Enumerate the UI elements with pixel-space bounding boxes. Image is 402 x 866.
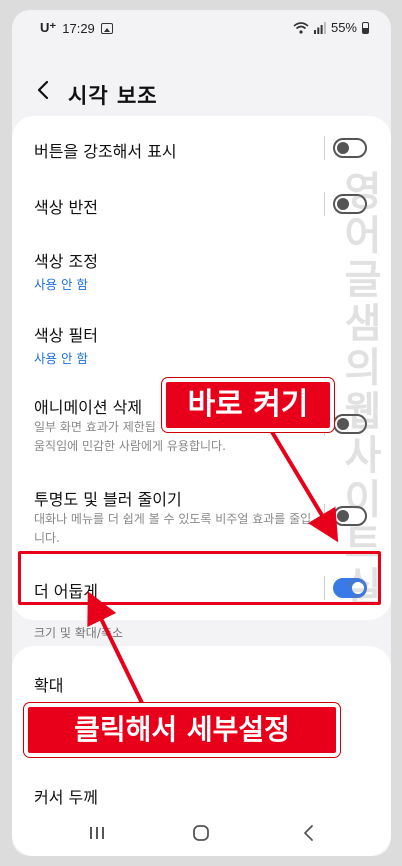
arrow-to-toggle bbox=[270, 430, 339, 543]
callout-turn-on: 바로 켜기 bbox=[162, 378, 334, 432]
callout-click-details: 클릭해서 세부설정 bbox=[24, 703, 340, 757]
arrow-to-extra-dim bbox=[87, 591, 144, 704]
